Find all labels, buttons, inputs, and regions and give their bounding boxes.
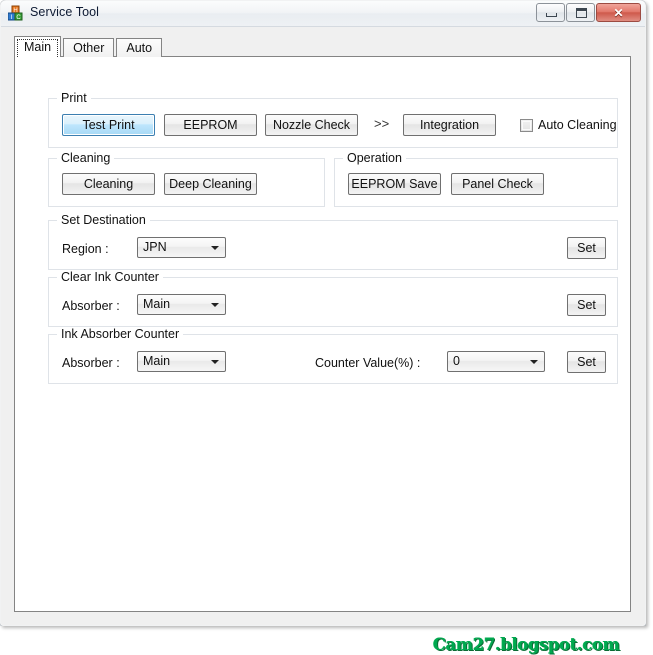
test-print-button[interactable]: Test Print (62, 114, 155, 136)
minimize-icon (546, 13, 557, 17)
group-operation: Operation EEPROM Save Panel Check (334, 151, 618, 207)
close-button[interactable]: ✕ (596, 3, 641, 22)
clear-ink-absorber-label: Absorber : (62, 299, 120, 313)
region-label: Region : (62, 242, 109, 256)
group-print-label: Print (57, 91, 91, 105)
eeprom-button[interactable]: EEPROM (164, 114, 257, 136)
chevron-down-icon (211, 303, 219, 307)
group-clear-ink-counter: Clear Ink Counter Absorber : Main Set (48, 270, 618, 327)
title-bar[interactable]: H I C Service Tool ✕ (1, 1, 645, 27)
tab-page-main: Print Test Print EEPROM Nozzle Check >> … (14, 56, 631, 655)
clear-ink-absorber-combobox[interactable]: Main (137, 294, 226, 315)
panel-check-button[interactable]: Panel Check (451, 173, 544, 195)
ink-absorber-combobox[interactable]: Main (137, 351, 226, 372)
deep-cleaning-button[interactable]: Deep Cleaning (164, 173, 257, 195)
chevron-down-icon (530, 360, 538, 364)
tab-strip: Main Other Auto (14, 36, 164, 57)
blocks-icon: H I C (8, 5, 23, 21)
group-set-destination-label: Set Destination (57, 213, 150, 227)
counter-value-label: Counter Value(%) : (315, 356, 421, 370)
tab-other[interactable]: Other (63, 38, 115, 57)
group-clear-ink-counter-label: Clear Ink Counter (57, 270, 163, 284)
minimize-button[interactable] (536, 3, 565, 22)
cleaning-button[interactable]: Cleaning (62, 173, 155, 195)
group-cleaning-label: Cleaning (57, 151, 115, 165)
chevron-down-icon (211, 360, 219, 364)
region-combobox[interactable]: JPN (137, 237, 226, 258)
chevron-down-icon (211, 246, 219, 250)
ink-absorber-counter-set-button[interactable]: Set (567, 351, 606, 373)
window-title: Service Tool (30, 5, 100, 19)
counter-value-combobox[interactable]: 0 (447, 351, 545, 372)
group-set-destination: Set Destination Region : JPN Set (48, 213, 618, 270)
group-cleaning: Cleaning Cleaning Deep Cleaning (48, 151, 325, 207)
group-ink-absorber-counter: Ink Absorber Counter Absorber : Main Cou… (48, 327, 618, 384)
ink-absorber-label: Absorber : (62, 356, 120, 370)
tab-other-label: Other (73, 41, 105, 55)
ink-absorber-combobox-value: Main (143, 354, 171, 368)
tab-auto-label: Auto (126, 41, 153, 55)
clear-ink-counter-set-button[interactable]: Set (567, 294, 606, 316)
chevron-double-right-icon: >> (374, 116, 390, 131)
clear-ink-absorber-combobox-value: Main (143, 297, 171, 311)
client-area: Main Other Auto Print Test Print EEPROM … (7, 31, 639, 655)
nozzle-check-button[interactable]: Nozzle Check (265, 114, 358, 136)
counter-value-combobox-value: 0 (453, 354, 460, 368)
set-destination-set-button[interactable]: Set (567, 237, 606, 259)
eeprom-save-button[interactable]: EEPROM Save (348, 173, 441, 195)
close-icon: ✕ (613, 6, 624, 20)
service-tool-window: H I C Service Tool ✕ Main Other Auto Pri… (0, 0, 646, 655)
tab-main[interactable]: Main (14, 36, 62, 57)
region-combobox-value: JPN (143, 240, 167, 254)
integration-button[interactable]: Integration (403, 114, 496, 136)
group-print: Print Test Print EEPROM Nozzle Check >> … (48, 91, 618, 148)
svg-text:C: C (16, 15, 21, 21)
window-controls: ✕ (535, 3, 641, 22)
tab-main-label: Main (24, 40, 52, 54)
tab-auto[interactable]: Auto (116, 38, 163, 57)
group-ink-absorber-counter-label: Ink Absorber Counter (57, 327, 184, 341)
checkbox-box-icon (520, 119, 533, 132)
auto-cleaning-label: Auto Cleaning (538, 118, 617, 132)
maximize-icon (576, 8, 587, 18)
maximize-button[interactable] (566, 3, 595, 22)
group-operation-label: Operation (343, 151, 406, 165)
watermark-text: Cam27.blogspot.com (433, 635, 620, 655)
